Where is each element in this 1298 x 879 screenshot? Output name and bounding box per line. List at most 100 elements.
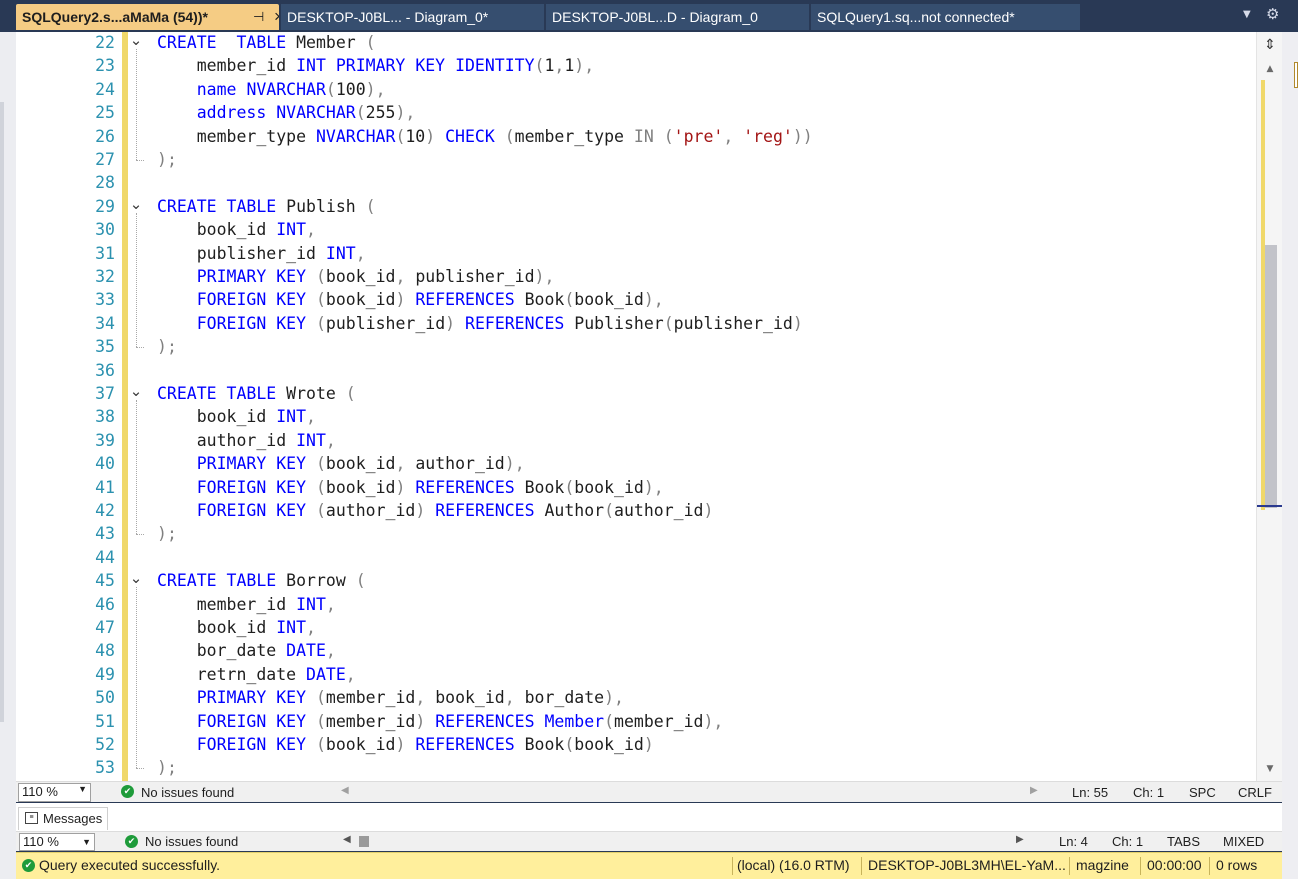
split-handle-icon[interactable]: ⇕ xyxy=(1261,36,1279,54)
selection-margin[interactable] xyxy=(16,32,38,781)
collapse-icon[interactable]: ⌄ xyxy=(129,384,143,401)
code-line[interactable]: FOREIGN KEY (author_id) REFERENCES Autho… xyxy=(157,499,714,522)
code-token: ) xyxy=(534,267,545,286)
code-line[interactable]: publisher_id INT, xyxy=(157,242,366,265)
tab-diagram-0[interactable]: DESKTOP-J0BL...D - Diagram_0 xyxy=(546,4,809,30)
indent-mode[interactable]: TABS xyxy=(1167,834,1200,849)
code-token: INT xyxy=(276,618,307,637)
line-number: 29 xyxy=(95,196,115,216)
tab-sqlquery1[interactable]: SQLQuery1.sq...not connected* xyxy=(811,4,1080,30)
scroll-left-icon[interactable]: ◀ xyxy=(341,785,349,796)
code-token: , xyxy=(325,430,336,450)
code-line[interactable]: book_id INT, xyxy=(157,405,316,428)
left-splitter[interactable] xyxy=(0,102,4,722)
code-token: TABLE xyxy=(226,384,277,403)
code-line[interactable]: ); xyxy=(157,522,177,545)
code-line[interactable]: author_id INT, xyxy=(157,429,336,452)
code-line[interactable]: member_id INT, xyxy=(157,593,336,616)
code-line[interactable]: name NVARCHAR(100), xyxy=(157,78,386,101)
code-line[interactable]: FOREIGN KEY (book_id) REFERENCES Book(bo… xyxy=(157,733,654,756)
scroll-right-icon[interactable]: ▶ xyxy=(1016,834,1024,845)
status-divider xyxy=(732,857,733,875)
zoom-dropdown[interactable]: 110 % ▼ xyxy=(19,833,95,851)
code-line[interactable]: CREATE TABLE Publish ( xyxy=(157,195,376,218)
line-indicator: Ln: 55 xyxy=(1072,785,1109,800)
collapse-icon[interactable]: ⌄ xyxy=(129,196,143,214)
tab-diagram-0-modified[interactable]: DESKTOP-J0BL... - Diagram_0* xyxy=(281,4,544,30)
line-ending[interactable]: CRLF xyxy=(1238,785,1272,800)
tab-label: DESKTOP-J0BL...D - Diagram_0 xyxy=(552,9,758,25)
close-icon[interactable]: × xyxy=(274,4,279,30)
code-line[interactable]: PRIMARY KEY (book_id, publisher_id), xyxy=(157,265,555,288)
horizontal-scroll-thumb[interactable] xyxy=(359,836,369,847)
code-line[interactable]: member_id INT PRIMARY KEY IDENTITY(1,1), xyxy=(157,54,594,77)
code-line[interactable]: PRIMARY KEY (book_id, author_id), xyxy=(157,452,525,475)
code-line[interactable]: ); xyxy=(157,756,177,779)
results-pane: ≡ Messages 110 % ▼ ✔ No issues found ◀ ▶… xyxy=(16,803,1282,851)
pin-icon[interactable]: ⊣ xyxy=(253,4,264,30)
code-line[interactable]: CREATE TABLE Borrow ( xyxy=(157,569,366,592)
code-line[interactable]: FOREIGN KEY (book_id) REFERENCES Book(bo… xyxy=(157,476,664,499)
gear-icon[interactable]: ⚙ xyxy=(1266,5,1279,23)
code-line[interactable]: bor_date DATE, xyxy=(157,639,336,662)
code-token: , xyxy=(325,641,336,661)
scroll-left-icon[interactable]: ◀ xyxy=(343,834,351,845)
code-token: , xyxy=(355,243,366,263)
code-line[interactable]: ); xyxy=(157,148,177,171)
tab-messages[interactable]: ≡ Messages xyxy=(18,807,108,830)
code-line[interactable]: book_id INT, xyxy=(157,616,316,639)
line-number: 53 xyxy=(95,758,115,778)
zoom-dropdown[interactable]: 110 % ▼ xyxy=(18,783,91,802)
collapse-icon[interactable]: ⌄ xyxy=(129,571,143,588)
line-number: 23 xyxy=(95,56,115,76)
code-line[interactable]: CREATE TABLE Wrote ( xyxy=(157,382,356,405)
query-editor[interactable]: 22 23 24 25 26 27 28 29 30 31 32 33 34 35 36 37 38 39 40 41… xyxy=(16,32,1256,781)
row-count: 0 rows xyxy=(1216,857,1258,873)
indent-mode[interactable]: SPC xyxy=(1189,785,1216,800)
zoom-value: 110 % xyxy=(22,784,58,799)
code-token: KEY xyxy=(415,56,446,76)
code-token: ) xyxy=(395,477,406,497)
collapse-icon[interactable]: ⌄ xyxy=(129,33,143,50)
code-line[interactable]: retrn_date DATE, xyxy=(157,663,356,686)
code-token: ( xyxy=(315,313,326,333)
scroll-right-icon[interactable]: ▶ xyxy=(1030,785,1038,796)
code-line[interactable]: FOREIGN KEY (publisher_id) REFERENCES Pu… xyxy=(157,312,803,335)
line-number: 50 xyxy=(95,688,115,708)
code-token: ; xyxy=(166,524,177,544)
code-line[interactable]: address NVARCHAR(255), xyxy=(157,101,416,124)
scrollbar-thumb[interactable] xyxy=(1265,245,1277,508)
line-number: 37 xyxy=(95,384,115,403)
issues-status[interactable]: No issues found xyxy=(141,785,234,800)
code-line[interactable]: member_type NVARCHAR(10) CHECK (member_t… xyxy=(157,125,813,148)
scroll-down-icon[interactable]: ▼ xyxy=(1264,764,1276,774)
properties-tab[interactable] xyxy=(1294,62,1298,88)
change-tracking-bar xyxy=(122,32,128,781)
code-token: KEY xyxy=(276,711,307,731)
code-line[interactable]: FOREIGN KEY (member_id) REFERENCES Membe… xyxy=(157,710,724,733)
code-line[interactable]: FOREIGN KEY (book_id) REFERENCES Book(bo… xyxy=(157,288,664,311)
code-line[interactable]: book_id INT, xyxy=(157,218,316,241)
code-token: REFERENCES xyxy=(465,313,565,333)
vertical-scrollbar[interactable]: ⇕ ▲ ▼ xyxy=(1256,32,1283,781)
code-line[interactable]: PRIMARY KEY (member_id, book_id, bor_dat… xyxy=(157,686,624,709)
issues-status[interactable]: No issues found xyxy=(145,834,238,849)
line-number: 47 xyxy=(95,618,115,637)
code-line[interactable]: ); xyxy=(157,335,177,358)
line-ending[interactable]: MIXED xyxy=(1223,834,1264,849)
scroll-up-icon[interactable]: ▲ xyxy=(1264,64,1276,74)
code-token: Book xyxy=(514,290,565,310)
chevron-down-icon[interactable]: ▼ xyxy=(1243,9,1251,20)
code-line[interactable]: CREATE TABLE Member ( xyxy=(157,32,376,54)
tab-sqlquery2[interactable]: SQLQuery2.s...aMaMa (54))* ⊣ × xyxy=(16,4,279,30)
